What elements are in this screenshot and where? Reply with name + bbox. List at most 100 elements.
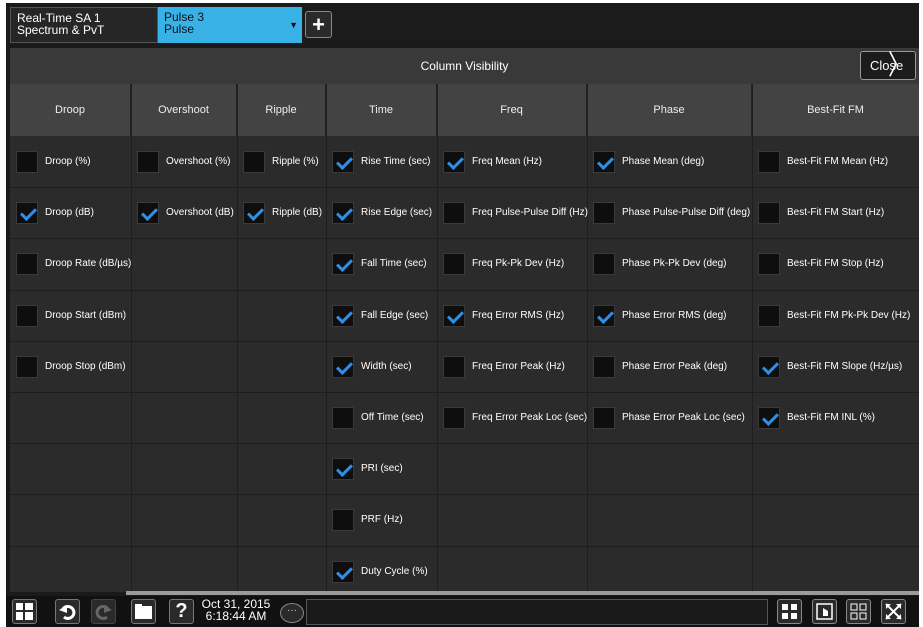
checkbox-unchecked[interactable] [593, 406, 615, 429]
close-button[interactable]: Close 〉 [860, 49, 916, 80]
column-toggle-ripple[interactable]: Ripple (dB) [243, 187, 324, 238]
checkbox-checked[interactable] [332, 457, 354, 480]
checkbox-checked[interactable] [593, 150, 615, 173]
column-toggle-droop[interactable]: Droop (%) [16, 136, 129, 187]
column-toggle-label: Phase Error RMS (deg) [622, 310, 727, 321]
column-header-droop: Droop [10, 84, 131, 136]
column-toggle-time[interactable]: Width (sec) [332, 341, 435, 392]
checkbox-checked[interactable] [332, 150, 354, 173]
column-toggle-best-fit-fm[interactable]: Best-Fit FM Pk-Pk Dev (Hz) [758, 290, 917, 341]
checkbox-unchecked[interactable] [137, 150, 159, 173]
column-toggle-phase[interactable]: Phase Error Peak Loc (sec) [593, 392, 750, 443]
checkbox-unchecked[interactable] [443, 355, 465, 378]
checkbox-unchecked[interactable] [16, 150, 38, 173]
checkbox-checked[interactable] [758, 406, 780, 429]
dialog-header: Column Visibility Close 〉 [10, 48, 919, 84]
checkbox-unchecked[interactable] [593, 201, 615, 224]
column-toggle-time[interactable]: Rise Edge (sec) [332, 187, 435, 238]
column-toggle-phase[interactable]: Phase Mean (deg) [593, 136, 750, 187]
checkbox-unchecked[interactable] [16, 355, 38, 378]
checkbox-checked[interactable] [758, 355, 780, 378]
grid-column-divider [237, 84, 238, 592]
column-toggle-label: Overshoot (%) [166, 156, 231, 167]
column-toggle-time[interactable]: Duty Cycle (%) [332, 546, 435, 597]
column-toggle-freq[interactable]: Freq Error Peak (Hz) [443, 341, 585, 392]
column-toggle-time[interactable]: Fall Time (sec) [332, 238, 435, 289]
checkbox-checked[interactable] [332, 252, 354, 275]
horizontal-scrollbar[interactable] [126, 591, 919, 595]
checkbox-unchecked[interactable] [443, 406, 465, 429]
checkbox-checked[interactable] [332, 560, 354, 583]
checkbox-checked[interactable] [332, 355, 354, 378]
dropdown-arrow-icon[interactable]: ▼ [289, 19, 298, 31]
column-toggle-time[interactable]: Rise Time (sec) [332, 136, 435, 187]
column-toggle-droop[interactable]: Droop Start (dBm) [16, 290, 129, 341]
tab-bar: Real-Time SA 1 Spectrum & PvT Pulse 3 Pu… [6, 3, 919, 45]
column-toggle-ripple[interactable]: Ripple (%) [243, 136, 324, 187]
column-toggle-freq[interactable]: Freq Mean (Hz) [443, 136, 585, 187]
column-toggle-label: Freq Pk-Pk Dev (Hz) [472, 258, 565, 269]
column-toggle-phase[interactable]: Phase Error Peak (deg) [593, 341, 750, 392]
column-toggle-overshoot[interactable]: Overshoot (%) [137, 136, 235, 187]
checkbox-unchecked[interactable] [16, 304, 38, 327]
tab-measurement-pulse[interactable]: Pulse 3 Pulse ▼ [158, 7, 302, 43]
column-toggle-freq[interactable]: Freq Pk-Pk Dev (Hz) [443, 238, 585, 289]
checkbox-checked[interactable] [443, 304, 465, 327]
checkbox-unchecked[interactable] [332, 406, 354, 429]
column-toggle-best-fit-fm[interactable]: Best-Fit FM Slope (Hz/µs) [758, 341, 917, 392]
help-icon[interactable]: ? [169, 599, 194, 624]
checkbox-unchecked[interactable] [443, 201, 465, 224]
checkbox-checked[interactable] [137, 201, 159, 224]
checkbox-checked[interactable] [332, 304, 354, 327]
checkbox-unchecked[interactable] [332, 508, 354, 531]
layout-grid-icon[interactable] [777, 599, 802, 624]
checkbox-checked[interactable] [243, 201, 265, 224]
checkbox-checked[interactable] [443, 150, 465, 173]
chat-icon[interactable]: ··· [280, 603, 304, 623]
tab-screen-real-time-sa[interactable]: Real-Time SA 1 Spectrum & PvT [10, 7, 158, 43]
column-toggle-time[interactable]: PRI (sec) [332, 443, 435, 494]
column-toggle-phase[interactable]: Phase Pk-Pk Dev (deg) [593, 238, 750, 289]
column-toggle-droop[interactable]: Droop Rate (dB/µs) [16, 238, 131, 289]
column-toggle-label: Off Time (sec) [361, 412, 424, 423]
fullscreen-icon[interactable] [881, 599, 906, 624]
column-toggle-time[interactable]: PRF (Hz) [332, 494, 435, 545]
undo-icon[interactable] [55, 599, 80, 624]
checkbox-unchecked[interactable] [243, 150, 265, 173]
column-toggle-phase[interactable]: Phase Error RMS (deg) [593, 290, 750, 341]
column-toggle-freq[interactable]: Freq Error RMS (Hz) [443, 290, 585, 341]
column-toggle-freq[interactable]: Freq Error Peak Loc (sec) [443, 392, 587, 443]
column-toggle-best-fit-fm[interactable]: Best-Fit FM INL (%) [758, 392, 917, 443]
column-toggle-droop[interactable]: Droop (dB) [16, 187, 129, 238]
checkbox-unchecked[interactable] [593, 355, 615, 378]
checkbox-unchecked[interactable] [758, 252, 780, 275]
column-header-row: Droop Overshoot Ripple Time Freq Phase B… [10, 84, 919, 136]
checkbox-unchecked[interactable] [16, 252, 38, 275]
add-screen-button[interactable]: + [305, 11, 332, 38]
checkbox-unchecked[interactable] [758, 201, 780, 224]
checkbox-unchecked[interactable] [443, 252, 465, 275]
checkbox-checked[interactable] [593, 304, 615, 327]
multi-window-icon[interactable] [846, 599, 871, 624]
column-toggle-best-fit-fm[interactable]: Best-Fit FM Start (Hz) [758, 187, 917, 238]
grid-column-divider [437, 84, 438, 592]
column-toggle-overshoot[interactable]: Overshoot (dB) [137, 187, 235, 238]
checkbox-checked[interactable] [16, 201, 38, 224]
column-toggle-label: Ripple (%) [272, 156, 319, 167]
column-toggle-best-fit-fm[interactable]: Best-Fit FM Mean (Hz) [758, 136, 917, 187]
checkbox-unchecked[interactable] [758, 150, 780, 173]
folder-icon[interactable] [131, 599, 156, 624]
column-toggle-time[interactable]: Off Time (sec) [332, 392, 435, 443]
checkbox-unchecked[interactable] [758, 304, 780, 327]
column-toggle-label: Freq Error Peak (Hz) [472, 361, 565, 372]
column-toggle-best-fit-fm[interactable]: Best-Fit FM Stop (Hz) [758, 238, 917, 289]
column-toggle-freq[interactable]: Freq Pulse-Pulse Diff (Hz) [443, 187, 588, 238]
touch-icon[interactable] [812, 599, 837, 624]
redo-icon[interactable] [91, 599, 116, 624]
checkbox-checked[interactable] [332, 201, 354, 224]
column-toggle-droop[interactable]: Droop Stop (dBm) [16, 341, 129, 392]
column-toggle-phase[interactable]: Phase Pulse-Pulse Diff (deg) [593, 187, 750, 238]
checkbox-unchecked[interactable] [593, 252, 615, 275]
column-toggle-time[interactable]: Fall Edge (sec) [332, 290, 435, 341]
windows-icon[interactable] [12, 599, 37, 624]
